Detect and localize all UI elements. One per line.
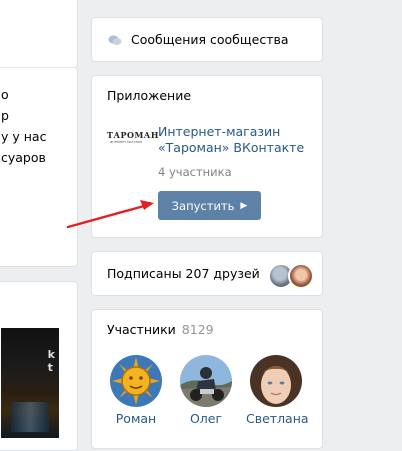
sun-face-avatar-icon: [110, 355, 162, 407]
red-arrow-annotation-icon: [66, 200, 154, 229]
avatar[interactable]: [250, 355, 302, 407]
friends-subscribed-label: Подписаны 207 друзей: [107, 266, 260, 281]
community-messages-label: Сообщения сообщества: [131, 32, 289, 47]
app-name-link[interactable]: Интернет-магазин «Тароман» ВКонтакте: [158, 124, 318, 156]
community-messages-link[interactable]: Сообщения сообщества: [91, 17, 323, 62]
left-media-card: kt: [0, 281, 78, 451]
member-item[interactable]: Олег: [176, 355, 236, 426]
speech-bubbles-icon: [108, 35, 122, 45]
members-header[interactable]: Участники 8129: [107, 322, 214, 337]
app-name-line-2: «Тароман» ВКонтакте: [158, 140, 305, 155]
launch-app-button[interactable]: Запустить ▶: [158, 191, 261, 220]
member-name[interactable]: Роман: [106, 411, 166, 426]
motorcyclist-avatar-icon: [180, 355, 232, 407]
left-text-line-3: у у нас: [1, 129, 47, 144]
member-name[interactable]: Светлана: [246, 411, 309, 426]
left-post-card: о р у у нас суаров: [0, 67, 78, 267]
logo-wordmark: ТАРОМАН: [107, 130, 159, 140]
friend-avatar[interactable]: [288, 263, 314, 289]
app-widget-title: Приложение: [107, 88, 192, 103]
left-text-line-4: суаров: [1, 150, 46, 165]
avatar[interactable]: [180, 355, 232, 407]
left-card-top: [0, 0, 78, 68]
friends-subscribed-block[interactable]: Подписаны 207 друзей: [91, 251, 323, 296]
member-name[interactable]: Олег: [176, 411, 236, 426]
member-item[interactable]: Роман: [106, 355, 166, 426]
woman-portrait-avatar-icon: [250, 355, 302, 407]
left-text-line-1: о: [1, 87, 9, 102]
chevron-right-icon: ▶: [240, 200, 248, 211]
members-widget: Участники 8129 Роман Олег Светлана: [91, 309, 323, 449]
left-text-line-2: р: [1, 108, 9, 123]
post-image-letters: kt: [47, 348, 55, 374]
app-members-count: 4 участника: [158, 165, 232, 179]
members-count: 8129: [181, 322, 214, 337]
avatar[interactable]: [110, 355, 162, 407]
post-image[interactable]: kt: [1, 328, 59, 438]
taroman-logo[interactable]: ТАРОМАН ИНТЕРНЕТ-МАГАЗИН: [107, 130, 159, 145]
launch-button-label: Запустить: [171, 198, 235, 213]
app-name-line-1: Интернет-магазин: [158, 124, 281, 139]
logo-subtext: ИНТЕРНЕТ-МАГАЗИН: [109, 140, 143, 144]
members-title: Участники: [107, 322, 176, 337]
member-item[interactable]: Светлана: [246, 355, 309, 426]
